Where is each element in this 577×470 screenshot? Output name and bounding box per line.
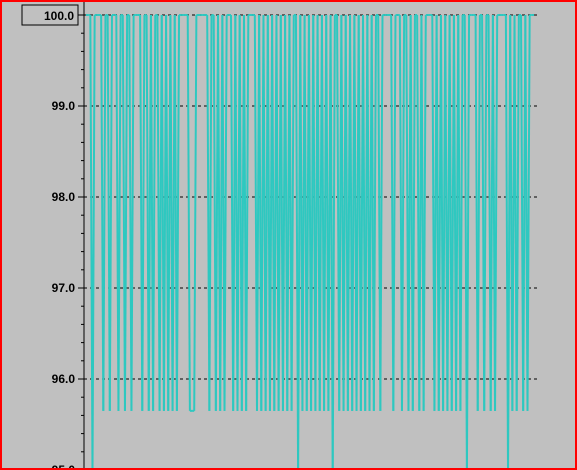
series-segment [130,14,135,411]
series-segment [208,14,213,411]
series-segment [483,14,488,411]
series-segment [141,14,146,411]
series-segment [515,14,520,411]
series-segment [494,14,499,411]
series-segment [411,14,416,411]
series-segment [102,14,107,411]
series-segment [175,14,181,411]
series-segment [193,14,198,411]
series-segment [117,14,122,411]
series-segment [245,14,250,411]
series-line [86,14,534,468]
y-tick-label: 97.0 [52,281,76,295]
series-segment [372,14,378,411]
series-segment [290,14,295,411]
line-chart: 100.099.098.097.096.095.0100.0 [21,2,538,468]
series-segment [379,14,384,411]
cursor-value-label: 100.0 [44,9,74,23]
series-segment [331,14,336,468]
series-segment [123,14,129,411]
series-segment [223,14,228,411]
series-segment [465,14,471,468]
series-segment [400,14,406,411]
series-segment [526,14,531,411]
y-tick-label: 96.0 [52,372,76,386]
y-tick-label: 98.0 [52,190,76,204]
series-segment [152,14,157,411]
series-segment [108,14,113,411]
series-segment [91,14,96,468]
series-segment [186,14,191,411]
chart-frame: 100.099.098.097.096.095.0100.0 [0,0,577,470]
series-segment [459,14,464,411]
series-segment [476,14,481,411]
series-segment [392,14,397,411]
series-segment [422,14,427,411]
y-tick-label: 95.0 [52,463,76,468]
y-tick-label: 99.0 [52,99,76,113]
